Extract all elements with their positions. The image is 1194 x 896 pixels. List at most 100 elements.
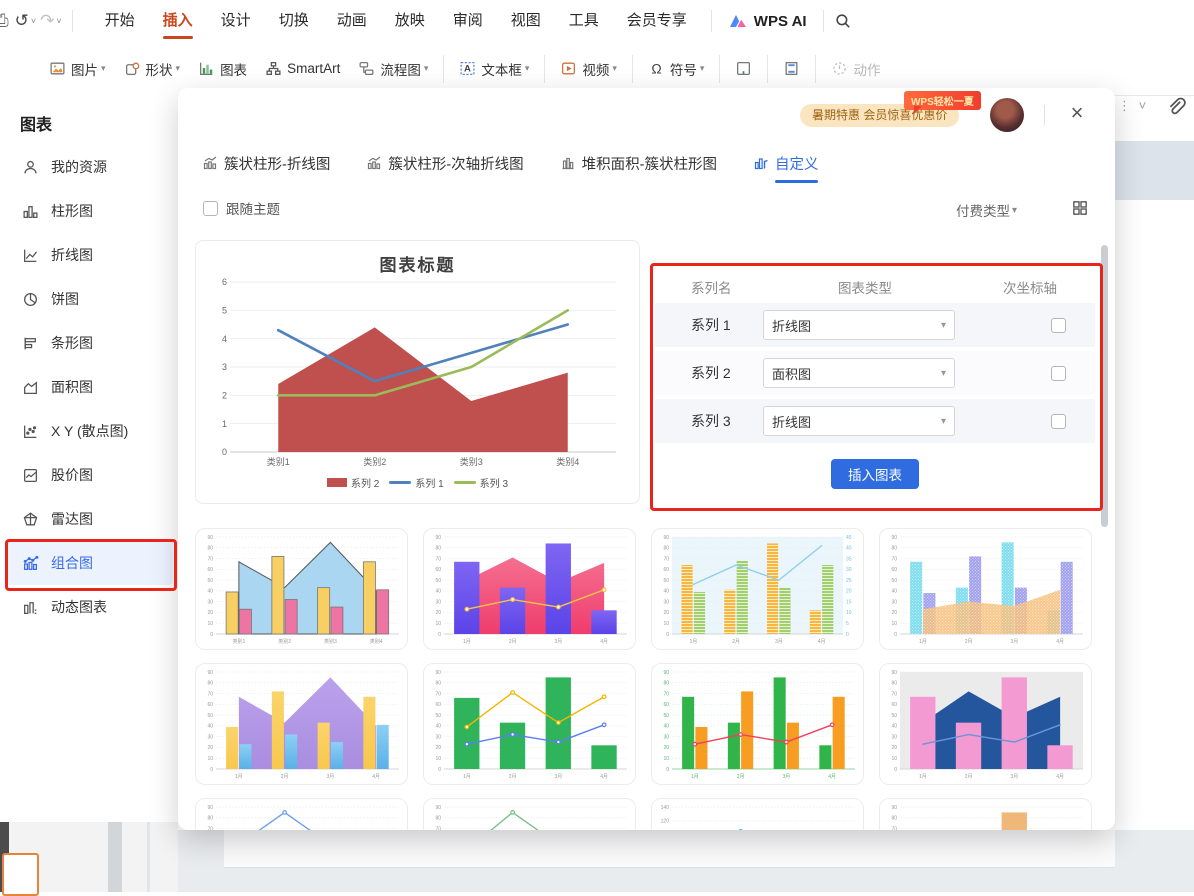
chart-type-header: 图表类型 [760, 277, 970, 297]
svg-text:0: 0 [894, 767, 897, 773]
wps-ai-button[interactable]: WPS AI [722, 13, 813, 30]
chart-thumbnail-partial-4[interactable]: 01020304050607080901月2月3月4月 [879, 798, 1092, 830]
chart-thumbnail-8[interactable]: 01020304050607080901月2月3月4月 [879, 663, 1092, 785]
toolbar-button-视频[interactable]: 视频▾ [551, 49, 626, 89]
sidebar-item-面积图[interactable]: 面积图 [0, 365, 178, 409]
menu-tab-开始[interactable]: 开始 [91, 0, 149, 42]
toolbar-button-流程图[interactable]: 流程图▾ [349, 49, 437, 89]
chart-type-select-系列 1[interactable]: 折线图▾ [763, 310, 955, 340]
toolbar-button-slide-number-icon[interactable] [726, 49, 761, 89]
user-avatar[interactable] [990, 98, 1024, 132]
secondary-axis-checkbox[interactable] [1051, 318, 1066, 333]
ribbon-collapse-chevron-icon[interactable]: ⋮ ˅ [1118, 98, 1148, 114]
svg-text:30: 30 [891, 734, 897, 740]
selected-slide-thumbnail[interactable] [2, 853, 39, 896]
svg-text:4月: 4月 [600, 774, 608, 780]
sidebar-item-柱形图[interactable]: 柱形图 [0, 189, 178, 233]
toolbar-button-形状[interactable]: 形状▾ [115, 49, 190, 89]
redo-caret-icon[interactable]: ˅ [56, 16, 61, 26]
sidebar-item-折线图[interactable]: 折线图 [0, 233, 178, 277]
redo-icon[interactable]: ↷ [38, 0, 56, 42]
follow-theme-label: 跟随主题 [226, 198, 280, 218]
chart-thumbnail-5[interactable]: 01020304050607080901月2月3月4月 [195, 663, 408, 785]
chart-type-select-系列 3[interactable]: 折线图▾ [763, 406, 955, 436]
menu-tab-会员专享[interactable]: 会员专享 [613, 0, 701, 42]
layout-grid-icon[interactable] [1068, 196, 1092, 220]
chart-thumbnail-partial-1[interactable]: 01020304050607080901月2月3月4月 [195, 798, 408, 830]
toolbar-button-label: 流程图 [380, 59, 421, 79]
svg-text:1: 1 [222, 419, 227, 429]
secondary-axis-checkbox[interactable] [1051, 414, 1066, 429]
chart-thumbnails-grid: 0102030405060708090类别1类别2类别3类别4010203040… [195, 528, 1095, 830]
menu-tab-切换[interactable]: 切换 [265, 0, 323, 42]
menu-tab-放映[interactable]: 放映 [381, 0, 439, 42]
toolbar-button-label: 形状 [146, 59, 173, 79]
sidebar-item-X Y (散点图)[interactable]: X Y (散点图) [0, 409, 178, 453]
tab-簇状柱形-次轴折线图[interactable]: 簇状柱形-次轴折线图 [366, 146, 523, 180]
svg-text:60: 60 [435, 702, 441, 708]
svg-text:10: 10 [207, 621, 213, 627]
chart-thumbnail-3[interactable]: 01020304050607080900510152025303540451月2… [651, 528, 864, 650]
search-icon[interactable] [834, 12, 852, 30]
legend-item-系列 1: 系列 1 [389, 475, 443, 490]
chart-thumbnail-2[interactable]: 01020304050607080901月2月3月4月 [423, 528, 636, 650]
secondary-axis-checkbox[interactable] [1051, 366, 1066, 381]
svg-text:3月: 3月 [554, 639, 562, 645]
preview-chart: 0123456类别1类别2类别3类别4 [204, 276, 630, 474]
clipped-left-icon: ⎙ [0, 0, 11, 42]
sidebar-item-我的资源[interactable]: 我的资源 [0, 145, 178, 189]
toolbar-button-文本框[interactable]: A文本框▾ [450, 49, 538, 89]
menu-tab-设计[interactable]: 设计 [207, 0, 265, 42]
menu-tab-插入[interactable]: 插入 [149, 0, 207, 42]
tab-堆积面积-簇状柱形图[interactable]: 堆积面积-簇状柱形图 [560, 146, 717, 180]
menu-tab-动画[interactable]: 动画 [323, 0, 381, 42]
follow-theme-option[interactable]: 跟随主题 [203, 198, 280, 218]
menu-tab-审阅[interactable]: 审阅 [439, 0, 497, 42]
sidebar-item-动态图表[interactable]: 动态图表 [0, 585, 178, 629]
svg-text:80: 80 [207, 546, 213, 552]
chart-thumbnail-7[interactable]: 01020304050607080901月2月3月4月 [651, 663, 864, 785]
tab-自定义[interactable]: 自定义 [753, 146, 819, 180]
svg-text:40: 40 [891, 589, 897, 595]
chart-thumbnail-partial-2[interactable]: 01020304050607080901月2月3月4月 [423, 798, 636, 830]
divider [544, 55, 545, 83]
undo-caret-icon[interactable]: ˅ [31, 16, 36, 26]
toolbar-button-图表[interactable]: 图表 [189, 49, 256, 89]
sidebar-item-条形图[interactable]: 条形图 [0, 321, 178, 365]
chart-preview-card[interactable]: 图表标题 0123456类别1类别2类别3类别4 系列 2系列 1系列 3 [195, 240, 640, 504]
menu-tab-工具[interactable]: 工具 [555, 0, 613, 42]
sidebar-item-组合图[interactable]: 组合图 [5, 541, 173, 585]
sidebar-item-股价图[interactable]: 股价图 [0, 453, 178, 497]
toolbar-button-SmartArt[interactable]: SmartArt [256, 49, 349, 89]
menu-tab-视图[interactable]: 视图 [497, 0, 555, 42]
close-icon[interactable]: × [1064, 100, 1090, 126]
chart-type-select-系列 2[interactable]: 面积图▾ [763, 358, 955, 388]
svg-text:60: 60 [891, 567, 897, 573]
toolbar-button-动作[interactable]: 动作 [822, 49, 889, 89]
svg-text:20: 20 [846, 589, 852, 595]
chart-thumbnail-1[interactable]: 0102030405060708090类别1类别2类别3类别4 [195, 528, 408, 650]
sidebar-item-雷达图[interactable]: 雷达图 [0, 497, 178, 541]
pane-divider[interactable] [108, 822, 122, 892]
thumbnail-chart: 01020304050607080901月2月3月4月 [880, 799, 1091, 830]
person-icon [22, 159, 39, 176]
chart-thumbnail-6[interactable]: 01020304050607080901月2月3月4月 [423, 663, 636, 785]
sidebar-item-饼图[interactable]: 饼图 [0, 277, 178, 321]
chart-thumbnail-4[interactable]: 01020304050607080901月2月3月4月 [879, 528, 1092, 650]
undo-icon[interactable]: ↺ [13, 0, 31, 42]
svg-text:70: 70 [891, 826, 897, 830]
insert-chart-button[interactable]: 插入图表 [831, 459, 919, 489]
toolbar-button-header-footer-icon[interactable] [774, 49, 809, 89]
follow-theme-checkbox[interactable] [203, 201, 218, 216]
toolbar-button-图片[interactable]: 图片▾ [40, 49, 115, 89]
pay-type-dropdown[interactable]: 付费类型 ▾ [956, 200, 1017, 220]
svg-text:2月: 2月 [737, 774, 745, 780]
tab-簇状柱形-折线图[interactable]: 簇状柱形-折线图 [202, 146, 330, 180]
svg-text:3月: 3月 [1010, 774, 1018, 780]
chart-thumbnail-partial-3[interactable]: 0204060801001201401月2月3月4月 [651, 798, 864, 830]
toolbar-button-符号[interactable]: Ω符号▾ [639, 49, 714, 89]
dialog-scrollbar[interactable] [1101, 245, 1108, 527]
series-config-panel: 系列名 图表类型 次坐标轴 系列 1折线图▾系列 2面积图▾系列 3折线图▾ 插… [655, 267, 1095, 505]
paperclip-icon[interactable] [1164, 96, 1186, 118]
svg-text:30: 30 [207, 734, 213, 740]
